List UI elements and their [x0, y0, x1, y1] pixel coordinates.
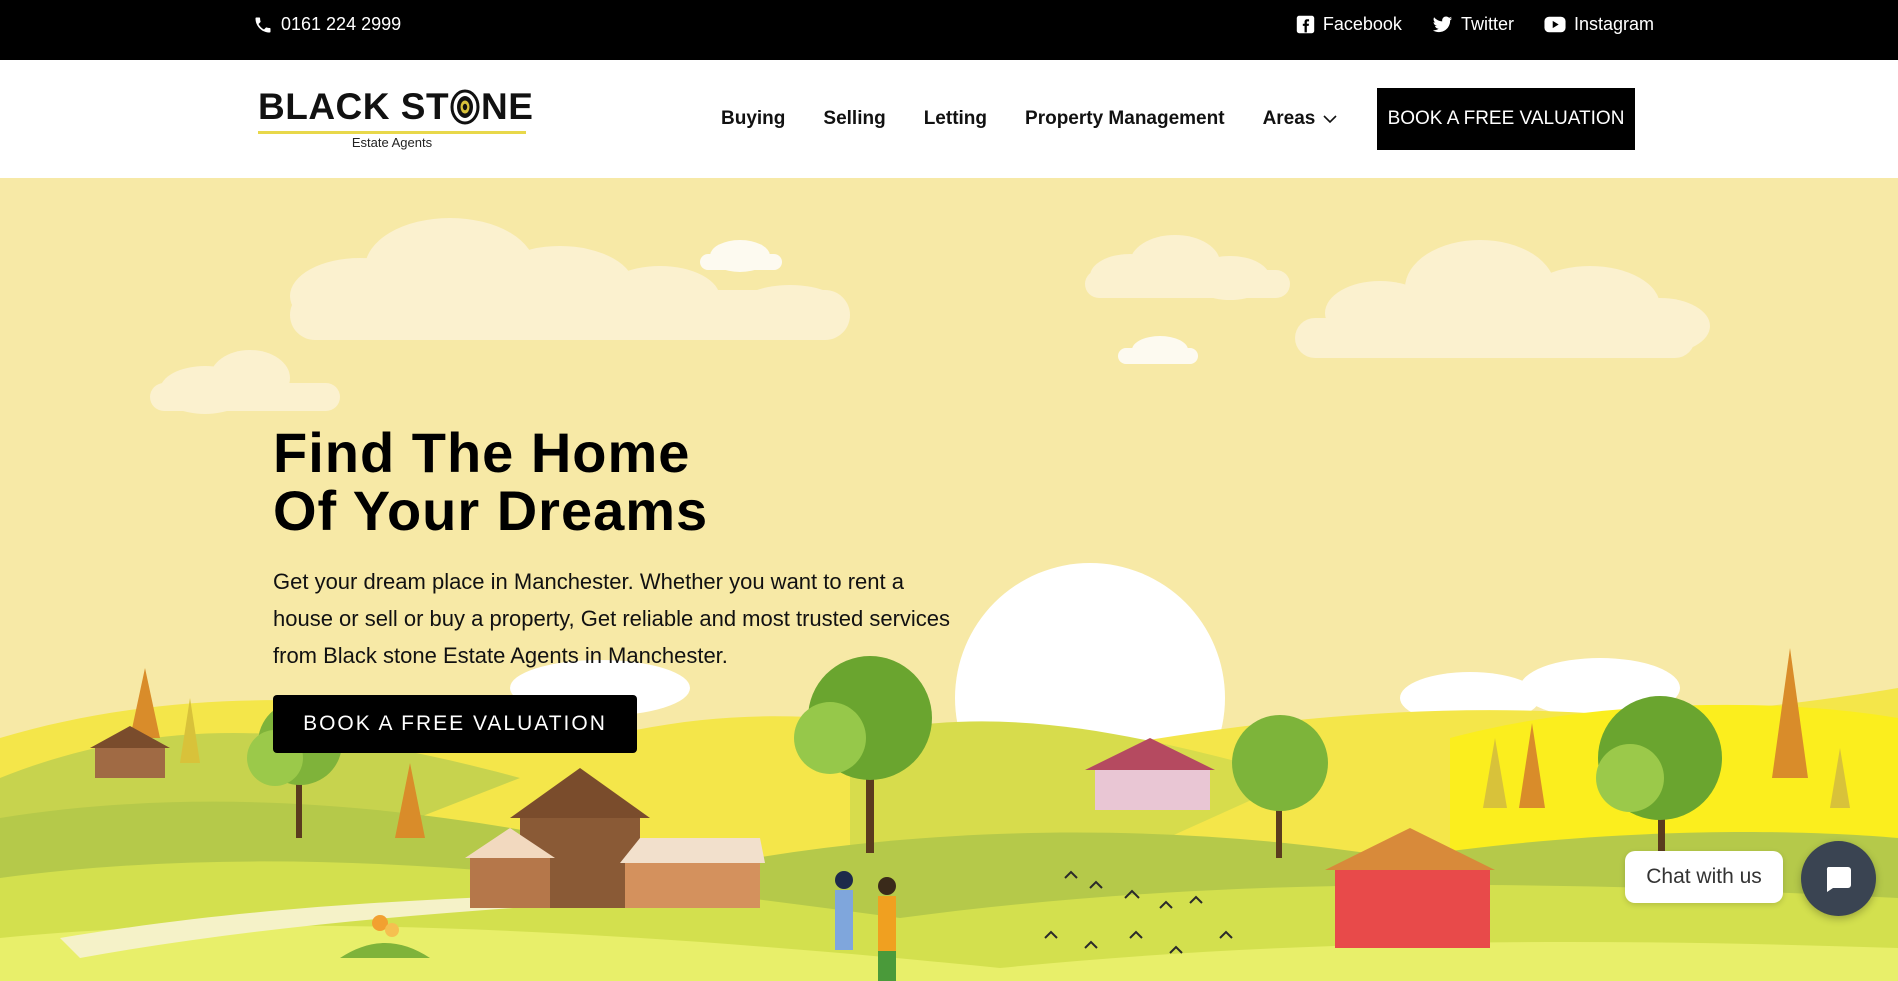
nav-property-management[interactable]: Property Management: [1025, 108, 1225, 130]
twitter-label: Twitter: [1460, 14, 1514, 34]
nav-property-management-label: Property Management: [1025, 108, 1225, 129]
logo-text-right: NE: [481, 86, 534, 127]
logo-underline: [258, 131, 526, 134]
facebook-icon: [1296, 15, 1315, 34]
nav-areas[interactable]: Areas: [1263, 108, 1338, 130]
chat-bubble-icon: [1826, 866, 1851, 892]
hero-section: Find The Home Of Your Dreams Get your dr…: [0, 178, 1898, 981]
book-valuation-header-button[interactable]: BOOK A FREE VALUATION: [1377, 88, 1635, 150]
phone-icon: [255, 17, 271, 32]
phone-number: 0161 224 2999: [281, 14, 402, 34]
hero-title-line2: Of Your Dreams: [273, 479, 709, 542]
hero-description: Get your dream place in Manchester. Whet…: [273, 569, 951, 668]
eye-icon: [450, 89, 480, 124]
nav-selling[interactable]: Selling: [823, 108, 885, 130]
site-header: BLACK ST NE Estate Agents Buying Selling…: [0, 60, 1898, 178]
nav-buying-label: Buying: [721, 108, 786, 129]
nav-areas-label: Areas: [1262, 108, 1316, 129]
social-links: Facebook Twitter Instagram: [1296, 14, 1654, 35]
top-bar: 0161 224 2999 Facebook Twitter Instagram: [0, 0, 1898, 60]
twitter-link[interactable]: Twitter: [1432, 14, 1514, 35]
phone-contact[interactable]: 0161 224 2999: [253, 14, 401, 35]
nav-selling-label: Selling: [823, 108, 886, 129]
youtube-icon: [1544, 16, 1566, 33]
chat-label[interactable]: Chat with us: [1625, 851, 1783, 903]
chat-launcher-button[interactable]: [1801, 841, 1876, 916]
nav-letting[interactable]: Letting: [924, 108, 987, 130]
logo-wordmark: BLACK ST NE: [258, 88, 533, 125]
main-nav: Buying Selling Letting Property Manageme…: [721, 108, 1337, 130]
book-valuation-hero-button[interactable]: BOOK A FREE VALUATION: [273, 695, 637, 753]
instagram-link[interactable]: Instagram: [1544, 14, 1654, 35]
logo-text-left: BLACK ST: [258, 86, 450, 127]
facebook-link[interactable]: Facebook: [1296, 14, 1402, 35]
nav-buying[interactable]: Buying: [721, 108, 785, 130]
logo-subtitle: Estate Agents: [351, 135, 433, 150]
nav-letting-label: Letting: [923, 108, 988, 129]
twitter-icon: [1432, 16, 1453, 32]
instagram-label: Instagram: [1573, 14, 1654, 34]
hero-title: Find The Home Of Your Dreams: [273, 424, 708, 540]
chevron-down-icon: [1323, 114, 1337, 123]
facebook-label: Facebook: [1322, 14, 1402, 34]
hero-title-line1: Find The Home: [273, 421, 691, 484]
logo[interactable]: BLACK ST NE Estate Agents: [258, 88, 533, 152]
